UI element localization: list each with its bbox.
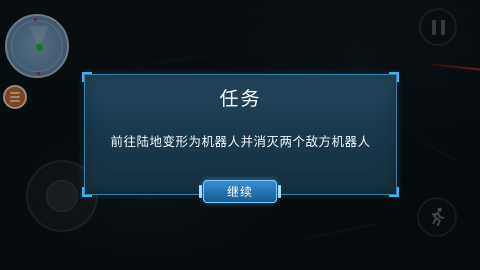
mission-description: 前往陆地变形为机器人并消灭两个敌方机器人 [110, 134, 371, 149]
continue-button[interactable]: 继续 [199, 180, 281, 203]
dialog-corner-accent [389, 72, 399, 82]
dialog-corner-accent [389, 187, 399, 197]
mission-dialog: 任务 前往陆地变形为机器人并消灭两个敌方机器人 [82, 72, 399, 197]
dialog-title: 任务 [219, 88, 262, 110]
dialog-corner-accent [82, 72, 92, 82]
dialog-corner-accent [82, 187, 92, 197]
